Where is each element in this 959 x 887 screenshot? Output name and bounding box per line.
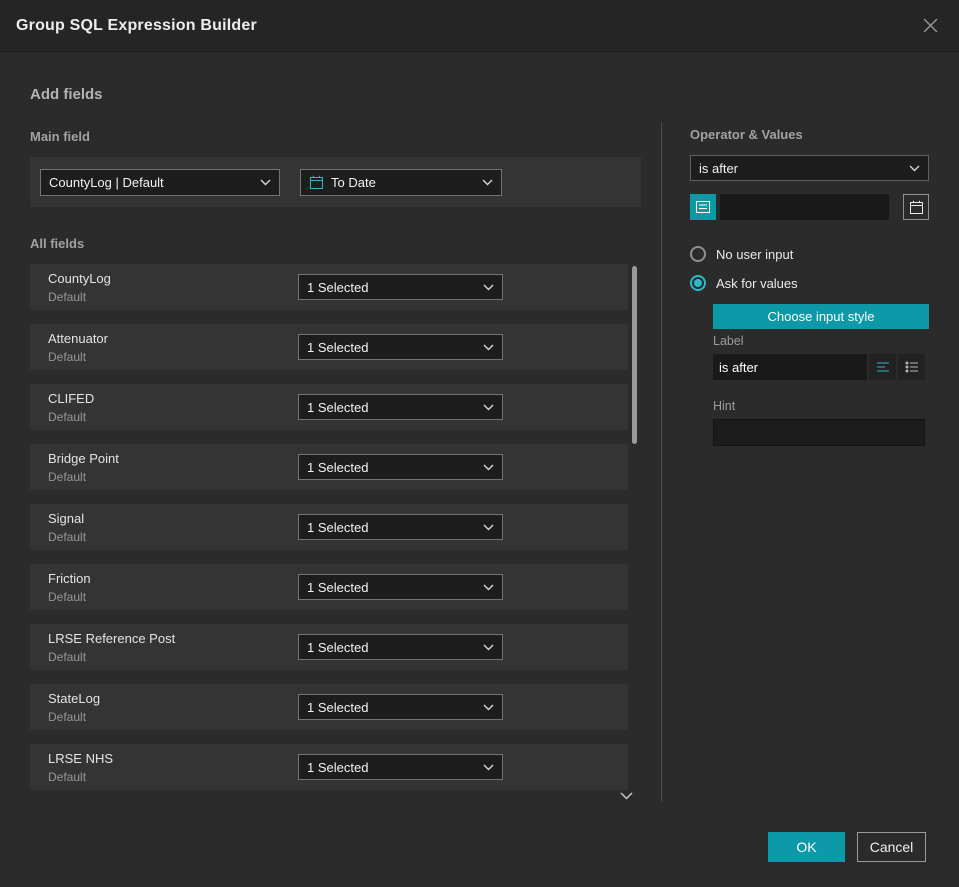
field-values-select[interactable]: 1 Selected: [298, 274, 503, 300]
main-value-select[interactable]: To Date: [300, 168, 502, 196]
field-values-select-value: 1 Selected: [307, 339, 369, 355]
ok-button[interactable]: OK: [768, 832, 845, 862]
field-values-select[interactable]: 1 Selected: [298, 574, 503, 600]
field-row: LRSE Reference Post Default 1 Selected: [30, 624, 628, 670]
field-values-select[interactable]: 1 Selected: [298, 394, 503, 420]
chevron-down-icon: [620, 792, 633, 800]
chevron-down-icon: [483, 644, 494, 650]
chevron-down-icon: [483, 344, 494, 350]
field-values-select-value: 1 Selected: [307, 519, 369, 535]
field-values-select-value: 1 Selected: [307, 459, 369, 475]
add-fields-heading: Add fields: [30, 86, 103, 103]
field-values-select[interactable]: 1 Selected: [298, 514, 503, 540]
scrollbar-thumb[interactable]: [632, 266, 637, 444]
chevron-down-icon: [482, 179, 493, 185]
input-mode-button[interactable]: [690, 194, 716, 220]
hint-field-label: Hint: [713, 399, 736, 413]
field-row: StateLog Default 1 Selected: [30, 684, 628, 730]
operator-select[interactable]: is after: [690, 155, 929, 181]
chevron-down-icon: [483, 764, 494, 770]
field-values-select-value: 1 Selected: [307, 399, 369, 415]
all-fields-list: CountyLog Default 1 Selected Attenuator …: [30, 264, 641, 804]
scroll-down-button[interactable]: [620, 788, 633, 803]
main-field-panel: CountyLog | Default To Date: [30, 157, 641, 207]
field-row: CountyLog Default 1 Selected: [30, 264, 628, 310]
radio-no-user-input-label: No user input: [716, 246, 794, 262]
field-row: CLIFED Default 1 Selected: [30, 384, 628, 430]
chevron-down-icon: [483, 404, 494, 410]
choose-input-style-button[interactable]: Choose input style: [713, 304, 929, 329]
single-line-style-button[interactable]: [869, 354, 896, 380]
field-row: LRSE NHS Default 1 Selected: [30, 744, 628, 790]
operator-select-value: is after: [699, 160, 739, 176]
calendar-icon: [310, 175, 323, 189]
field-values-select[interactable]: 1 Selected: [298, 694, 503, 720]
chevron-down-icon: [909, 165, 920, 171]
field-values-select-value: 1 Selected: [307, 579, 369, 595]
label-input-row: [713, 354, 925, 380]
calendar-icon: [909, 200, 923, 214]
field-row: Signal Default 1 Selected: [30, 504, 628, 550]
value-input[interactable]: [720, 194, 889, 220]
field-values-select[interactable]: 1 Selected: [298, 634, 503, 660]
chevron-down-icon: [483, 584, 494, 590]
chevron-down-icon: [483, 464, 494, 470]
list-icon: [905, 361, 918, 373]
input-list-icon: [696, 201, 710, 213]
label-field-label: Label: [713, 334, 744, 348]
chevron-down-icon: [260, 179, 271, 185]
field-values-select[interactable]: 1 Selected: [298, 754, 503, 780]
field-values-select[interactable]: 1 Selected: [298, 334, 503, 360]
value-input-row: [690, 194, 929, 220]
hint-input[interactable]: [713, 419, 925, 446]
radio-ask-for-values-label: Ask for values: [716, 275, 798, 291]
field-row: Attenuator Default 1 Selected: [30, 324, 628, 370]
group-sql-expression-builder-dialog: Group SQL Expression Builder Add fields …: [0, 0, 959, 887]
field-values-select-value: 1 Selected: [307, 759, 369, 775]
main-field-select-value: CountyLog | Default: [49, 174, 164, 190]
field-values-select-value: 1 Selected: [307, 639, 369, 655]
main-field-select[interactable]: CountyLog | Default: [40, 168, 280, 196]
panel-divider: [661, 122, 662, 802]
operator-values-heading: Operator & Values: [690, 127, 803, 142]
dialog-title: Group SQL Expression Builder: [16, 16, 257, 34]
list-style-button[interactable]: [898, 354, 925, 380]
field-row: Friction Default 1 Selected: [30, 564, 628, 610]
align-left-icon: [876, 362, 889, 372]
field-values-select-value: 1 Selected: [307, 699, 369, 715]
main-field-label: Main field: [30, 129, 90, 144]
main-value-select-value: To Date: [331, 174, 376, 190]
calendar-picker-button[interactable]: [903, 194, 929, 220]
chevron-down-icon: [483, 704, 494, 710]
chevron-down-icon: [483, 524, 494, 530]
cancel-button[interactable]: Cancel: [857, 832, 926, 862]
all-fields-label: All fields: [30, 236, 85, 251]
label-input[interactable]: [713, 354, 867, 380]
field-values-select[interactable]: 1 Selected: [298, 454, 503, 480]
chevron-down-icon: [483, 284, 494, 290]
radio-ask-for-values[interactable]: Ask for values: [690, 275, 798, 291]
field-values-select-value: 1 Selected: [307, 279, 369, 295]
radio-no-user-input[interactable]: No user input: [690, 246, 793, 262]
field-row: Bridge Point Default 1 Selected: [30, 444, 628, 490]
operator-values-panel: Operator & Values is after No user input…: [690, 0, 929, 887]
radio-selected-icon: [690, 275, 706, 291]
radio-circle-icon: [690, 246, 706, 262]
